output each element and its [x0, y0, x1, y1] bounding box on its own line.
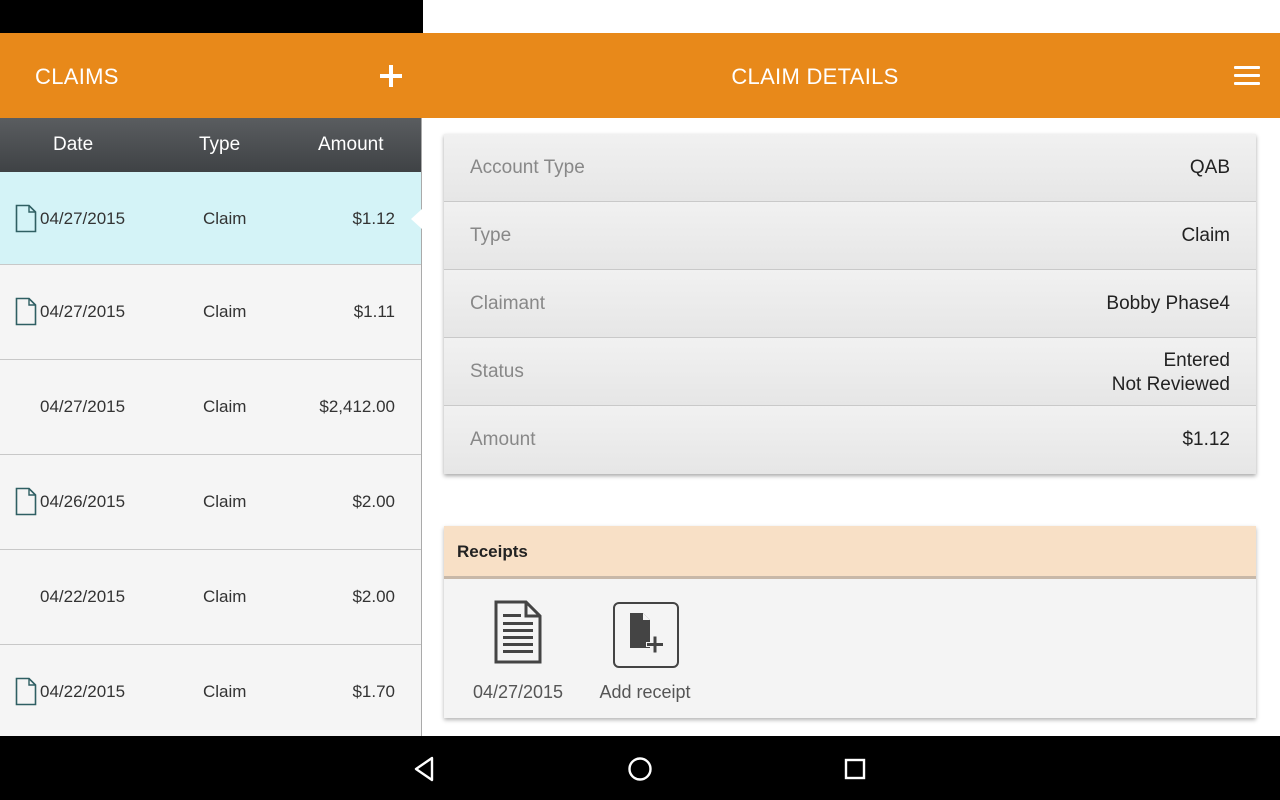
claim-date: 04/27/2015	[40, 209, 126, 228]
status-bar: 3G 12:46	[0, 0, 1280, 33]
claims-list: Date Type Amount 04/27/2015 Claim $1.12 …	[0, 118, 422, 736]
detail-row-status: Status Entered Not Reviewed	[444, 338, 1256, 406]
claim-details-title: CLAIM DETAILS	[731, 64, 899, 89]
detail-label: Account Type	[470, 157, 585, 178]
receipts-header: Receipts	[444, 526, 1256, 579]
add-receipt-icon	[613, 602, 679, 668]
detail-value: $1.12	[1182, 429, 1230, 450]
app-bar: CLAIMS CLAIM DETAILS	[0, 33, 1280, 118]
claim-row[interactable]: 04/27/2015 Claim $2,412.00	[0, 360, 421, 455]
claims-title: CLAIMS	[35, 64, 119, 89]
claim-date: 04/22/2015	[40, 587, 126, 606]
battery-icon	[457, 4, 468, 26]
claim-date: 04/26/2015	[40, 492, 126, 511]
document-icon	[15, 677, 37, 706]
claim-row[interactable]: 04/26/2015 Claim $2.00	[0, 455, 421, 550]
claim-row[interactable]: 04/27/2015 Claim $1.12	[0, 172, 421, 265]
document-icon	[15, 487, 37, 516]
detail-row-amount: Amount $1.12	[444, 406, 1256, 474]
claim-details-card: Account Type QAB Type Claim Claimant Bob…	[444, 134, 1256, 474]
claims-list-header: Date Type Amount	[0, 118, 421, 172]
column-header-date[interactable]: Date	[53, 118, 93, 172]
detail-value: Entered Not Reviewed	[1112, 349, 1230, 397]
claim-type: Claim	[203, 302, 247, 321]
claim-row[interactable]: 04/22/2015 Claim $1.70	[0, 645, 421, 736]
detail-row-claimant: Claimant Bobby Phase4	[444, 270, 1256, 338]
claim-date: 04/27/2015	[40, 397, 126, 416]
claim-amount: $1.11	[353, 302, 395, 321]
detail-value: QAB	[1189, 157, 1230, 178]
add-claim-button[interactable]	[372, 57, 410, 95]
detail-value: Bobby Phase4	[1106, 293, 1230, 314]
detail-label: Status	[470, 361, 524, 382]
claim-type: Claim	[203, 397, 247, 416]
home-icon[interactable]	[625, 754, 655, 784]
column-header-type[interactable]: Type	[199, 118, 240, 172]
hamburger-menu-icon[interactable]	[1234, 66, 1260, 86]
document-icon	[15, 297, 37, 326]
add-receipt-label: Add receipt	[599, 682, 691, 702]
claim-type: Claim	[203, 209, 247, 228]
claim-date: 04/27/2015	[40, 302, 126, 321]
claim-amount: $2.00	[352, 492, 395, 511]
detail-row-type: Type Claim	[444, 202, 1256, 270]
detail-label: Claimant	[470, 293, 545, 314]
status-line-1: Entered	[1163, 350, 1230, 371]
back-icon[interactable]	[410, 754, 440, 784]
claim-row[interactable]: 04/22/2015 Claim $2.00	[0, 550, 421, 645]
status-line-2: Not Reviewed	[1111, 374, 1230, 395]
claim-amount: $1.70	[352, 682, 395, 701]
claim-amount: $1.12	[352, 209, 395, 228]
cell-signal-icon: 3G	[423, 6, 449, 27]
clock: 12:46	[476, 5, 528, 27]
claim-details-panel: Account Type QAB Type Claim Claimant Bob…	[423, 118, 1280, 736]
detail-value: Claim	[1181, 225, 1230, 246]
receipts-section: Receipts 04/27/2015 Add receipt	[444, 526, 1256, 718]
claim-amount: $2.00	[352, 587, 395, 606]
column-header-amount[interactable]: Amount	[318, 118, 383, 172]
document-icon	[15, 204, 37, 233]
status-icons: 3G 12:46	[423, 0, 1280, 33]
document-icon	[494, 600, 542, 664]
claim-row[interactable]: 04/27/2015 Claim $1.11	[0, 265, 421, 360]
claim-type: Claim	[203, 492, 247, 511]
recent-apps-icon[interactable]	[840, 754, 870, 784]
claim-type: Claim	[203, 682, 247, 701]
receipt-label: 04/27/2015	[472, 682, 564, 702]
claim-type: Claim	[203, 587, 247, 606]
claim-amount: $2,412.00	[319, 397, 395, 416]
detail-label: Type	[470, 225, 512, 246]
claim-date: 04/22/2015	[40, 682, 126, 701]
detail-row-account-type: Account Type QAB	[444, 134, 1256, 202]
plus-icon	[380, 65, 402, 87]
detail-label: Amount	[470, 429, 536, 450]
selection-pointer	[411, 209, 422, 229]
navigation-bar	[0, 736, 1280, 800]
